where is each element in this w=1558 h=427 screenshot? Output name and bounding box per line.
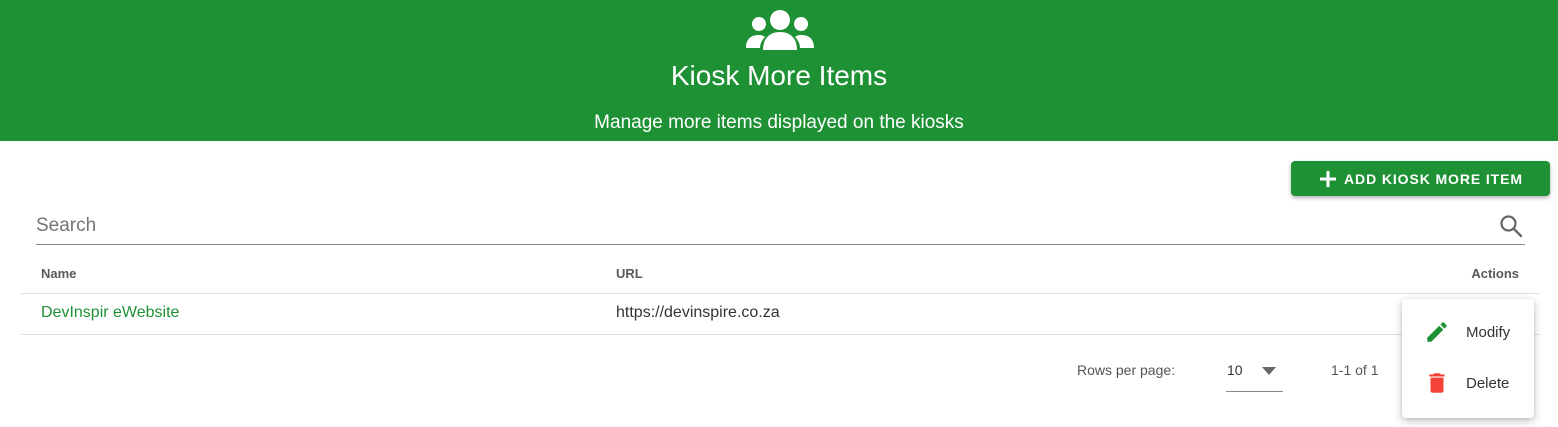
- people-group-icon: [746, 10, 814, 50]
- menu-item-modify-label: Modify: [1466, 323, 1511, 341]
- rows-per-page-value: 10: [1227, 362, 1243, 378]
- page-title: Kiosk More Items: [670, 60, 888, 91]
- search-field: [36, 208, 1525, 245]
- page-subtitle: Manage more items displayed on the kiosk…: [594, 112, 964, 133]
- search-icon[interactable]: [1499, 214, 1523, 238]
- menu-item-modify[interactable]: Modify: [1402, 308, 1534, 356]
- pagination-range: 1-1 of 1: [1331, 362, 1379, 378]
- table-header: Name URL Actions: [21, 253, 1540, 294]
- add-kiosk-more-item-button[interactable]: Add Kiosk More Item: [1291, 161, 1550, 196]
- menu-item-delete-label: Delete: [1466, 374, 1510, 392]
- column-header-actions: Actions: [1471, 266, 1519, 281]
- pencil-icon: [1427, 322, 1447, 342]
- row-actions-menu: Modify Delete: [1402, 299, 1534, 418]
- add-button-label: Add Kiosk More Item: [1344, 170, 1523, 187]
- page-header: Kiosk More Items Manage more items displ…: [0, 0, 1558, 141]
- search-input[interactable]: [36, 208, 1476, 244]
- table-row[interactable]: DevInspir eWebsite https://devinspire.co…: [21, 294, 1540, 335]
- trash-icon: [1429, 373, 1445, 393]
- rows-per-page-label: Rows per page:: [1077, 362, 1176, 378]
- caret-down-icon: [1262, 367, 1276, 375]
- rows-per-page-select[interactable]: 10: [1226, 356, 1283, 392]
- row-url: https://devinspire.co.za: [616, 304, 780, 321]
- row-name-link[interactable]: DevInspir eWebsite: [41, 304, 179, 322]
- column-header-url[interactable]: URL: [616, 266, 643, 281]
- plus-icon: [1320, 170, 1337, 187]
- column-header-name[interactable]: Name: [41, 266, 76, 281]
- menu-item-delete[interactable]: Delete: [1402, 359, 1534, 407]
